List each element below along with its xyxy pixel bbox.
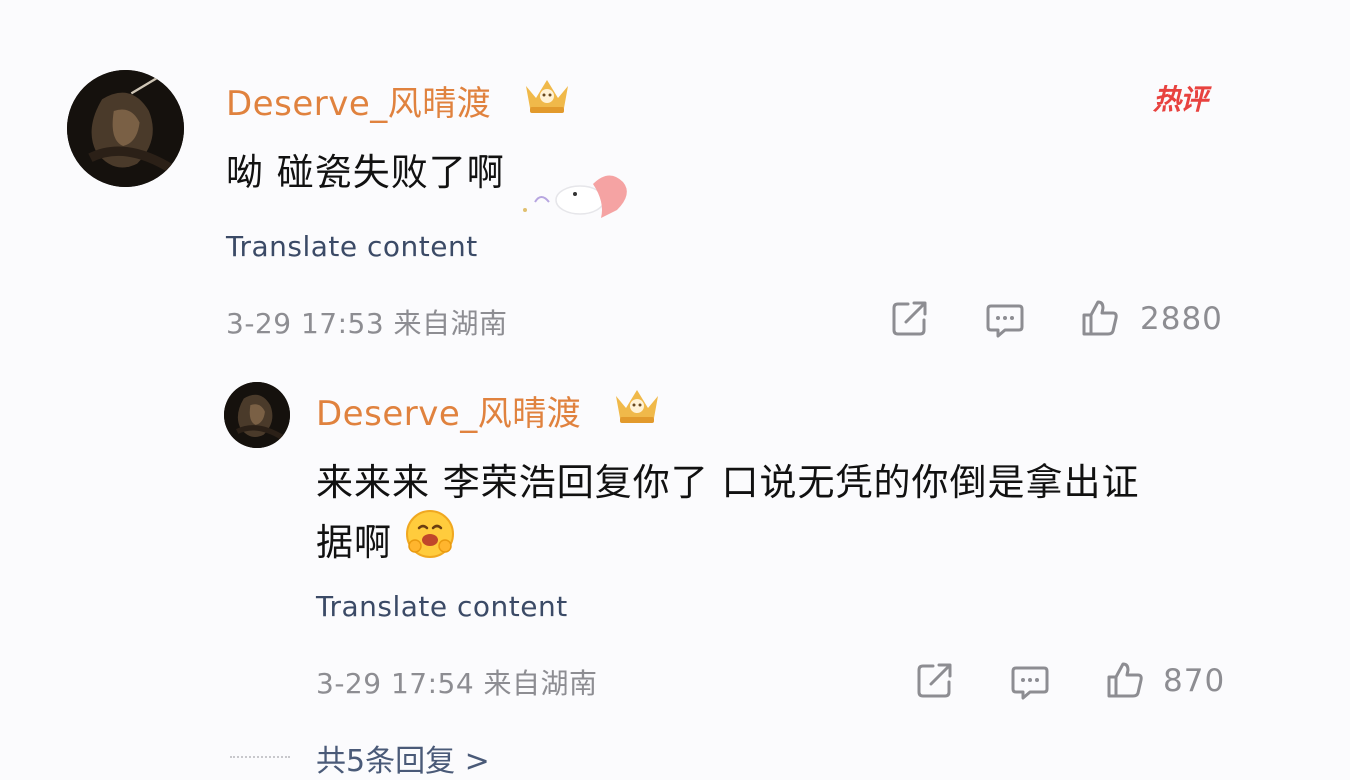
sticker-icon (505, 162, 635, 222)
reply-comment-button[interactable] (1010, 662, 1050, 702)
translate-content-link[interactable]: Translate content (226, 230, 478, 263)
reply-username[interactable]: Deserve_风晴渡 (316, 386, 581, 435)
avatar[interactable] (67, 70, 184, 187)
reply-text-line1: 来来来 李荣浩回复你了 口说无凭的你倒是拿出证 (316, 461, 1140, 504)
like-icon (1082, 300, 1118, 336)
comment-icon (986, 304, 1024, 338)
like-icon (1107, 662, 1143, 698)
crown-badge-icon (522, 72, 572, 116)
thread-divider (230, 756, 290, 758)
comment-text: 呦 碰瓷失败了啊 (226, 151, 505, 194)
share-button[interactable] (890, 298, 930, 338)
crown-badge-icon (612, 382, 662, 426)
hot-comment-badge: 热评 (1153, 83, 1208, 116)
avatar-image (224, 382, 290, 448)
like-count: 2880 (1140, 301, 1223, 337)
reply-share-button[interactable] (915, 660, 955, 700)
avatar-image (67, 70, 184, 187)
reply-like-button[interactable] (1105, 660, 1145, 700)
comment-username[interactable]: Deserve_风晴渡 (226, 76, 491, 125)
reply-avatar[interactable] (224, 382, 290, 448)
reply-meta: 3-29 17:54 来自湖南 (316, 667, 598, 700)
share-icon (892, 301, 927, 336)
view-more-replies-link[interactable]: 共5条回复 > (316, 736, 490, 780)
comment-icon (1011, 666, 1049, 700)
like-button[interactable] (1080, 298, 1120, 338)
comment-button[interactable] (985, 300, 1025, 340)
comment-meta: 3-29 17:53 来自湖南 (226, 307, 508, 340)
reply-like-count: 870 (1163, 663, 1226, 699)
hug-emoji-icon (404, 508, 456, 560)
reply-translate-content-link[interactable]: Translate content (316, 590, 568, 623)
share-icon (917, 663, 952, 698)
reply-text-line2: 据啊 (316, 521, 392, 564)
